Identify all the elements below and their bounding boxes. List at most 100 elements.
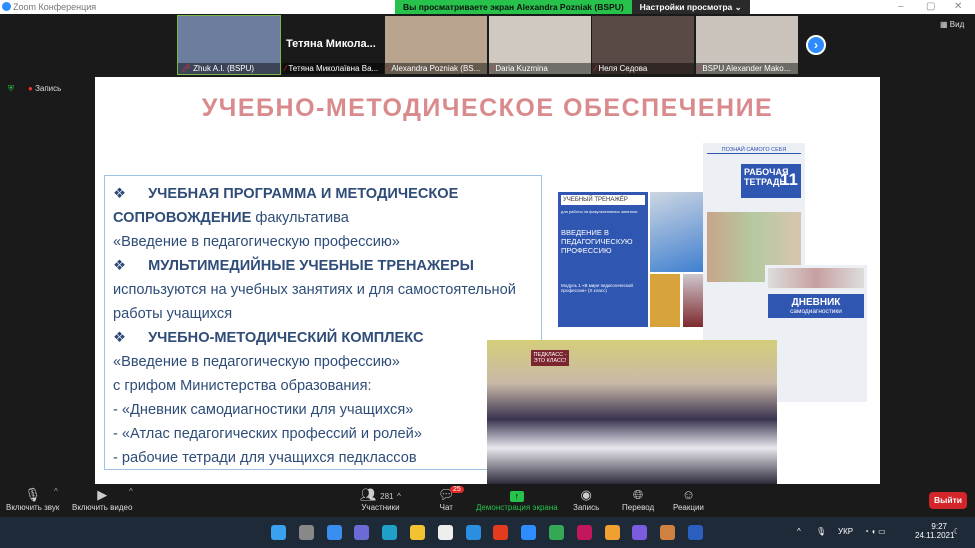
slide-bold-text: УЧЕБНАЯ ПРОГРАММА И МЕТОДИЧЕСКОЕ [148,186,459,202]
taskview-icon[interactable] [298,525,314,540]
mic-muted-icon: 🎙︎ [24,487,41,502]
mic-muted-icon: ⁄ [388,64,390,73]
slide-text-line: «Введение в педагогическую профессию» [113,230,533,254]
brave-icon[interactable] [604,525,620,540]
clock[interactable]: 9:27 24.11.2021 [915,522,955,540]
share-screen-icon: ↑ [509,491,524,502]
word-icon[interactable] [688,525,703,540]
participant-name-text: Daria Kuzmina [495,64,548,73]
notifications-icon[interactable]: ☾ [953,527,960,536]
mic-muted-icon: ⁄ [492,64,494,73]
view-button[interactable]: ▦ Вид [940,20,964,29]
next-participants-button[interactable]: › [806,35,826,55]
meeting-toolbar: 🎙︎ Включить звук ^ ▶︎ Включить видео ^ 👥︎ … [0,484,975,517]
chrome-icon[interactable] [549,525,564,540]
slide-text: - рабочие тетради для учащихся педклассо… [113,450,417,466]
participant-name-text: Zhuk A.I. (BSPU) [193,64,255,73]
slide-bold-text: МУЛЬТИМЕДИЙНЫЕ УЧЕБНЫЕ ТРЕНАЖЕРЫ [148,258,474,274]
wifi-volume-battery-icons[interactable]: ◔ ◖ ▭ [864,527,886,536]
participant-tile[interactable]: ⁄ Неля Седова [592,16,694,74]
security-shield-icon[interactable]: ⛨ [8,84,14,94]
participant-tile[interactable]: ⁄ BSPU Alexander Mako... [696,16,798,74]
slide-text: - «Атлас педагогических профессий и роле… [113,426,422,442]
record-label: Запись [573,503,600,512]
unmute-button[interactable]: 🎙︎ Включить звук [6,487,59,512]
slide-text-line: с грифом Министерства образования: [113,374,533,398]
participants-button[interactable]: 👥︎ 281 ^ Участники [360,487,401,512]
slide-title: УЧЕБНО-МЕТОДИЧЕСКОЕ ОБЕСПЕЧЕНИЕ [201,94,774,122]
mail-icon[interactable] [465,525,481,540]
video-options-caret[interactable]: ^ [129,487,133,496]
record-button[interactable]: ◉ Запись [573,487,599,512]
time: 9:27 [931,522,947,531]
date: 24.11.2021 [915,531,955,540]
viber-icon[interactable] [632,525,648,540]
slide-text: «Введение в педагогическую профессию» [113,354,400,370]
slide-bold-text: СОПРОВОЖДЕНИЕ [113,210,252,226]
powerpoint-icon[interactable] [576,525,592,540]
participant-name: ⁄ Тетяна Миколаївна Ва... [282,63,384,74]
zoom-logo-icon [2,2,11,11]
explorer-icon[interactable] [410,525,425,540]
restore-button[interactable]: ▢ [926,1,935,12]
widgets-icon[interactable] [326,525,342,540]
participants-icon: 👥︎ [360,487,377,502]
close-button[interactable]: ✕ [954,1,962,12]
language-indicator[interactable]: УКР [838,527,853,536]
mic-muted-icon: 🎤︎ [181,64,192,73]
slide-text-line: - рабочие тетради для учащихся педклассо… [113,446,533,470]
mic-tray-icon[interactable]: 🎙︎ [816,527,826,536]
participant-tile[interactable]: ⁄ Daria Kuzmina [489,16,591,74]
grid-icon: ▦ [940,20,950,29]
slide-text-line: СОПРОВОЖДЕНИЕ факультатива [113,206,533,230]
store-icon[interactable] [437,525,453,540]
students-photo [650,274,680,327]
participant-name: ⁄ Daria Kuzmina [489,63,591,74]
minimize-button[interactable]: – [898,1,904,12]
edge-icon[interactable] [382,525,398,540]
slide-text-box: ❖ УЧЕБНАЯ ПРОГРАММА И МЕТОДИЧЕСКОЕ СОПРОВО… [104,175,542,470]
globe-icon: 🌐︎ [632,487,644,502]
share-label: Демонстрация экрана [476,503,558,512]
reactions-button[interactable]: ☺ Реакции [673,487,704,512]
participant-tile[interactable]: Тетяна Микола... ⁄ Тетяна Миколаївна Ва... [282,16,384,74]
book2-title: РАБОЧАЯ ТЕТРАДЬ [744,167,789,187]
mic-muted-icon: ⁄ [285,64,287,73]
participant-big-name: Тетяна Микола... [286,38,376,50]
participant-tile[interactable]: ⁄ Alexandra Pozniak (BS... [385,16,487,74]
participant-name-text: Неля Седова [598,64,648,73]
slide-text: используются на учебных занятиях и для с… [113,282,516,298]
participants-count: 281 [380,492,394,501]
book2-grade: 11 [780,170,798,189]
slide-text: работы учащихся [113,306,233,322]
view-settings-button[interactable]: Настройки просмотра ⌄ [631,0,750,14]
windows-taskbar: ^ 🎙︎ УКР ◔ ◖ ▭ 9:27 24.11.2021 ☾ [0,517,975,548]
viewing-label: Вы просматриваете экран Alexandra Poznia… [395,0,632,14]
record-dot-icon: ● [28,84,36,93]
slide-text-line: «Введение в педагогическую профессию» [113,350,533,374]
tray-overflow-icon[interactable]: ^ [797,527,801,536]
leave-button[interactable]: Выйти [929,492,967,509]
screen-share-banner: Вы просматриваете экран Alexandra Poznia… [395,0,750,14]
zoom-icon[interactable] [521,525,537,540]
book1-header: УЧЕБНЫЙ ТРЕНАЖЁР [561,195,645,205]
participant-name-text: Alexandra Pozniak (BS... [391,64,481,73]
video-off-icon: ▶︎ [97,487,108,502]
participant-tile[interactable]: 🎤︎ Zhuk A.I. (BSPU) [177,15,281,75]
translate-button[interactable]: 🌐︎ Перевод [622,487,654,512]
participant-name-text: BSPU Alexander Mako... [702,64,791,73]
slide-text: - «Дневник самодиагностики для учащихся» [113,402,414,418]
office-icon[interactable] [493,525,509,540]
windows-icon[interactable] [271,525,286,540]
start-video-button[interactable]: ▶︎ Включить видео [72,487,132,512]
audio-options-caret[interactable]: ^ [54,487,58,496]
slide-text-line: - «Дневник самодиагностики для учащихся» [113,398,533,422]
share-screen-button[interactable]: ↑ Демонстрация экрана [476,487,558,512]
bullet-icon: ❖ [113,258,127,274]
book-cover-diary: ДНЕВНИК самодиагностики [765,265,867,402]
book1-module: Модуль 1 «В мире педагогической професси… [561,283,633,293]
chrome-profile-icon[interactable] [660,525,676,540]
teams-icon[interactable] [354,525,370,540]
slide-bold-text: УЧЕБНО-МЕТОДИЧЕСКИЙ КОМПЛЕКС [148,330,424,346]
slide-text-line: - «Атлас педагогических профессий и роле… [113,422,533,446]
